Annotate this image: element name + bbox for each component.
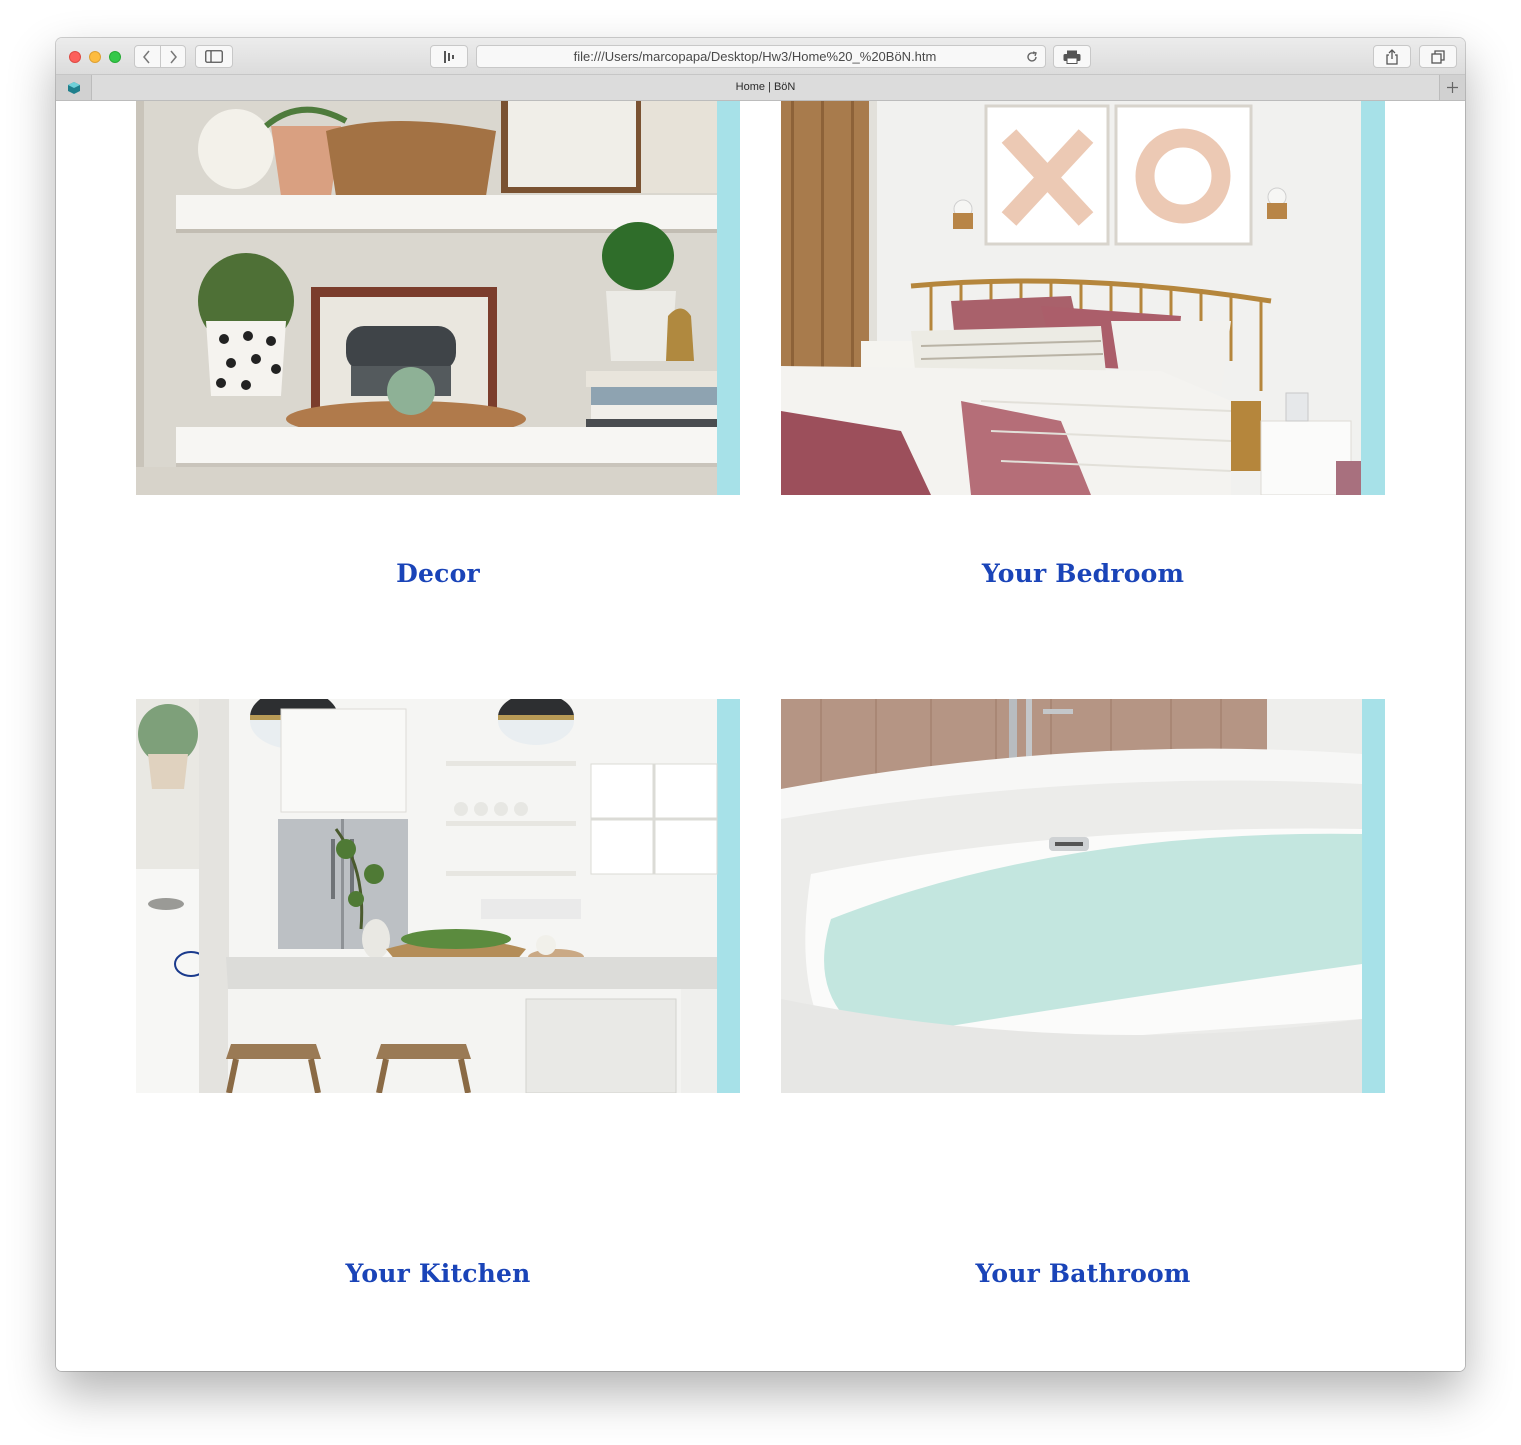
browser-window: file:///Users/marcopapa/Desktop/Hw3/Home… [56, 38, 1465, 1371]
navigation-buttons [134, 45, 186, 68]
forward-icon [170, 50, 177, 63]
reload-icon[interactable] [1025, 50, 1039, 64]
new-tab-icon [1447, 82, 1458, 93]
print-icon [1063, 50, 1081, 64]
new-tab-button[interactable] [1439, 75, 1465, 100]
print-button[interactable] [1053, 45, 1091, 68]
category-card-bedroom[interactable]: Your Bedroom [781, 101, 1385, 588]
address-bar[interactable]: file:///Users/marcopapa/Desktop/Hw3/Home… [476, 45, 1046, 68]
sidebar-icon [205, 50, 223, 63]
share-button[interactable] [1373, 45, 1411, 68]
card-title-decor[interactable]: Decor [136, 559, 740, 588]
browser-toolbar: file:///Users/marcopapa/Desktop/Hw3/Home… [56, 38, 1465, 75]
tabs-icon [1431, 49, 1445, 64]
share-icon [1386, 48, 1398, 65]
card-title-bedroom[interactable]: Your Bedroom [781, 559, 1385, 588]
kitchen-photo[interactable] [136, 699, 740, 1093]
active-tab[interactable]: Home | BöN [92, 75, 1439, 100]
bedroom-photo[interactable] [781, 101, 1385, 495]
category-card-decor[interactable]: Decor [136, 101, 740, 588]
card-title-kitchen[interactable]: Your Kitchen [136, 1259, 740, 1288]
back-button[interactable] [135, 46, 160, 67]
show-tabs-button[interactable] [1419, 45, 1457, 68]
category-card-kitchen[interactable]: Your Kitchen [136, 699, 740, 1288]
forward-button[interactable] [159, 46, 185, 67]
back-icon [143, 50, 151, 63]
card-title-bathroom[interactable]: Your Bathroom [781, 1259, 1385, 1288]
zoom-window-button[interactable] [109, 51, 121, 63]
close-window-button[interactable] [69, 51, 81, 63]
sidebar-button[interactable] [195, 45, 233, 68]
shelves-decor-photo[interactable] [136, 101, 740, 495]
tab-bar: Home | BöN [56, 75, 1465, 101]
site-favicon-icon [67, 81, 80, 94]
category-card-bathroom[interactable]: Your Bathroom [781, 699, 1385, 1288]
reader-icon [444, 50, 454, 63]
bathtub-photo[interactable] [781, 699, 1385, 1093]
pinned-tab[interactable] [56, 75, 92, 100]
reader-button[interactable] [430, 45, 468, 68]
minimize-window-button[interactable] [89, 51, 101, 63]
url-text: file:///Users/marcopapa/Desktop/Hw3/Home… [573, 49, 937, 64]
page-content: Decor Your Bedroom Your Kitchen Your Bat… [56, 101, 1465, 1371]
